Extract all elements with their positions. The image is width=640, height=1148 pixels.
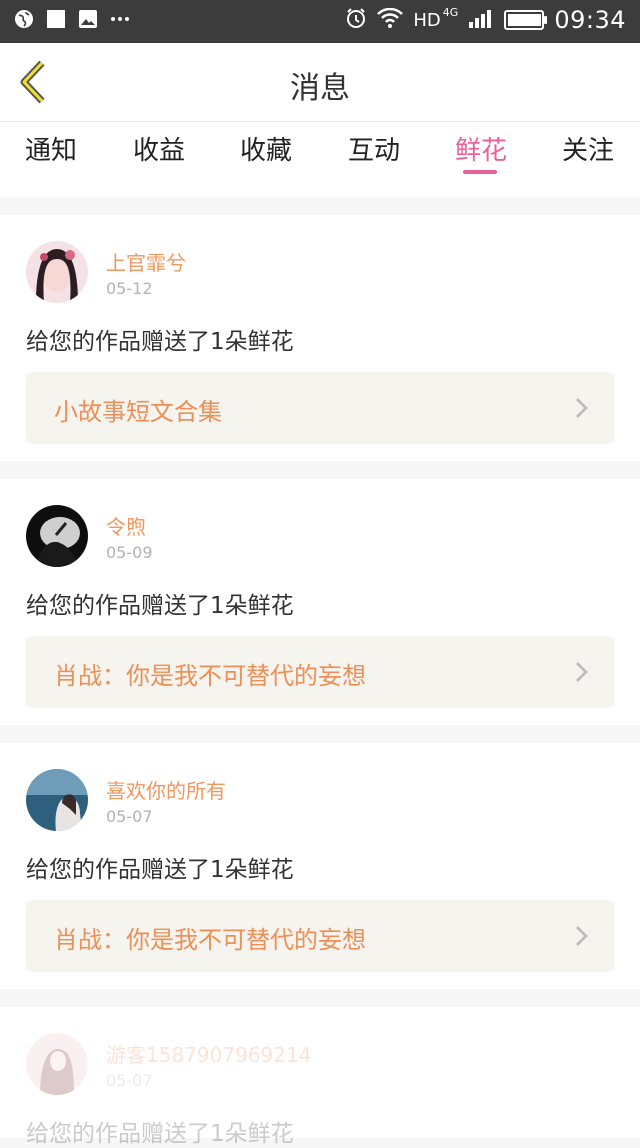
message-text: 给您的作品赠送了1朵鲜花 xyxy=(26,329,294,355)
signal-icon xyxy=(468,8,494,32)
work-link[interactable]: 肖战：你是我不可替代的妄想 xyxy=(26,636,614,708)
work-title: 小故事短文合集 xyxy=(54,398,222,426)
image-icon xyxy=(78,9,98,29)
list-item: 令煦 05-09 给您的作品赠送了1朵鲜花 肖战：你是我不可替代的妄想 xyxy=(0,479,640,725)
tab-flowers[interactable]: 鲜花 xyxy=(441,130,521,167)
list-item: 游客1587907969214 05-07 给您的作品赠送了1朵鲜花 xyxy=(0,1007,640,1147)
work-title: 肖战：你是我不可替代的妄想 xyxy=(54,926,366,954)
sender-name[interactable]: 令煦 xyxy=(106,511,146,540)
message-date: 05-12 xyxy=(106,279,153,298)
page-title: 消息 xyxy=(290,71,350,106)
message-date: 05-07 xyxy=(106,1071,153,1090)
list-item: 上官霏兮 05-12 给您的作品赠送了1朵鲜花 小故事短文合集 xyxy=(0,215,640,461)
work-link[interactable]: 小故事短文合集 xyxy=(26,372,614,444)
tab-bar: 通知 收益 收藏 互动 鲜花 关注 xyxy=(0,122,640,198)
avatar[interactable] xyxy=(26,505,88,567)
status-bar: HD 4G 09:34 xyxy=(0,0,640,43)
avatar[interactable] xyxy=(26,241,88,303)
square-icon xyxy=(46,9,66,29)
message-text: 给您的作品赠送了1朵鲜花 xyxy=(26,1121,294,1147)
message-text: 给您的作品赠送了1朵鲜花 xyxy=(26,593,294,619)
work-title: 肖战：你是我不可替代的妄想 xyxy=(54,662,366,690)
faded-content: 游客1587907969214 05-07 给您的作品赠送了1朵鲜花 xyxy=(0,1007,640,1147)
chevron-right-icon xyxy=(576,662,588,682)
tab-earnings[interactable]: 收益 xyxy=(119,130,199,167)
network-gen: 4G xyxy=(442,5,459,19)
message-date: 05-07 xyxy=(106,807,153,826)
work-link[interactable]: 肖战：你是我不可替代的妄想 xyxy=(26,900,614,972)
battery-icon xyxy=(504,10,548,30)
active-tab-indicator xyxy=(463,170,497,174)
tab-following[interactable]: 关注 xyxy=(548,130,628,167)
more-icon xyxy=(110,9,130,29)
sender-name[interactable]: 喜欢你的所有 xyxy=(106,775,226,804)
avatar[interactable] xyxy=(26,769,88,831)
clock: 09:34 xyxy=(554,6,626,34)
list-item: 喜欢你的所有 05-07 给您的作品赠送了1朵鲜花 肖战：你是我不可替代的妄想 xyxy=(0,743,640,989)
sender-name[interactable]: 上官霏兮 xyxy=(106,247,186,276)
wifi-icon xyxy=(377,7,404,32)
tab-favorites[interactable]: 收藏 xyxy=(226,130,306,167)
message-text: 给您的作品赠送了1朵鲜花 xyxy=(26,857,294,883)
header: 消息 xyxy=(0,43,640,122)
avatar[interactable] xyxy=(26,1033,88,1095)
network-label: HD xyxy=(413,9,441,31)
tab-notifications[interactable]: 通知 xyxy=(11,130,91,167)
tab-interactions[interactable]: 互动 xyxy=(334,130,414,167)
chevron-right-icon xyxy=(576,398,588,418)
sender-name[interactable]: 游客1587907969214 xyxy=(106,1039,311,1068)
alarm-icon xyxy=(345,7,367,33)
chevron-right-icon xyxy=(576,926,588,946)
message-date: 05-09 xyxy=(106,543,153,562)
globe-icon xyxy=(14,9,34,29)
